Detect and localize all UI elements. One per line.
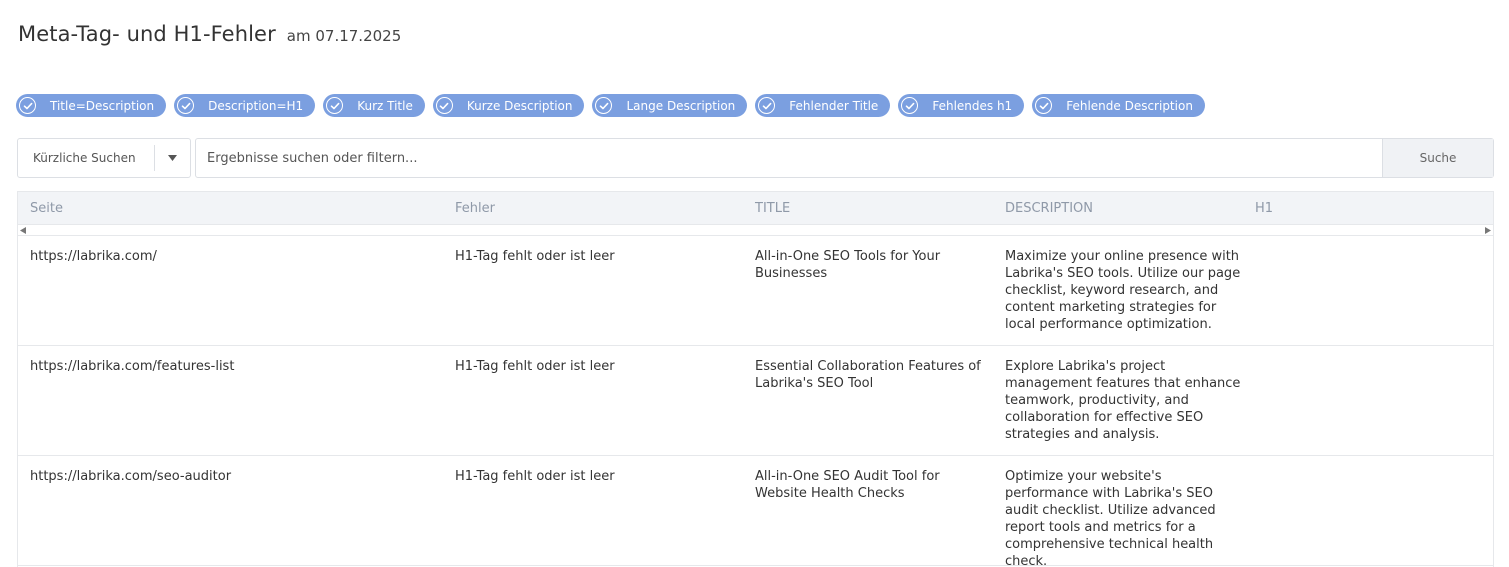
table-header: Seite Fehler TITLE DESCRIPTION H1 xyxy=(18,192,1493,225)
error-text: H1-Tag fehlt oder ist leer xyxy=(455,249,615,264)
check-circle-icon xyxy=(177,97,195,114)
filter-chip-title-equals-description[interactable]: Title=Description xyxy=(16,94,167,117)
title-text: All-in-One SEO Audit Tool for Website He… xyxy=(755,469,940,501)
description-text: Maximize your online presence with Labri… xyxy=(1005,249,1241,332)
column-header-h1[interactable]: H1 xyxy=(1255,201,1273,216)
column-header-description[interactable]: DESCRIPTION xyxy=(1005,201,1093,216)
page-url[interactable]: https://labrika.com/ xyxy=(30,248,157,265)
table-row: https://labrika.com/ H1-Tag fehlt oder i… xyxy=(18,236,1493,346)
recent-searches-label: Kürzliche Suchen xyxy=(33,151,136,165)
error-text: H1-Tag fehlt oder ist leer xyxy=(455,359,615,374)
check-circle-icon xyxy=(758,97,776,114)
recent-searches-dropdown[interactable]: Kürzliche Suchen xyxy=(17,138,191,178)
horizontal-scrollbar[interactable] xyxy=(18,225,1493,236)
report-date: am 07.17.2025 xyxy=(286,27,402,45)
check-circle-icon xyxy=(326,97,344,114)
caret-down-icon[interactable] xyxy=(155,155,190,161)
search-button[interactable]: Suche xyxy=(1382,139,1493,177)
column-header-title[interactable]: TITLE xyxy=(755,201,790,216)
check-circle-icon xyxy=(435,97,453,114)
description-text: Explore Labrika's project management fea… xyxy=(1005,359,1241,442)
column-header-page[interactable]: Seite xyxy=(30,201,63,216)
filter-chip-short-description[interactable]: Kurze Description xyxy=(432,94,585,117)
filter-chip-label: Lange Description xyxy=(626,98,736,113)
filter-chip-short-title[interactable]: Kurz Title xyxy=(323,94,425,117)
filter-chip-long-description[interactable]: Lange Description xyxy=(592,94,748,117)
scroll-left-arrow-icon[interactable] xyxy=(20,227,26,234)
filter-chip-label: Kurz Title xyxy=(357,98,413,113)
search-input[interactable] xyxy=(196,139,1382,177)
title-text: All-in-One SEO Tools for Your Businesses xyxy=(755,249,941,281)
scroll-right-arrow-icon[interactable] xyxy=(1485,227,1491,234)
filter-chip-description-equals-h1[interactable]: Description=H1 xyxy=(174,94,316,117)
search-bar: Suche xyxy=(195,138,1494,178)
filter-chips: Title=Description Description=H1 Kurz Ti… xyxy=(16,94,1213,117)
filter-chip-label: Title=Description xyxy=(50,98,155,113)
filter-chip-label: Kurze Description xyxy=(466,98,573,113)
check-circle-icon xyxy=(595,97,613,114)
filter-chip-missing-title[interactable]: Fehlender Title xyxy=(755,94,891,117)
page-title: Meta-Tag- und H1-Fehler xyxy=(18,22,276,46)
filter-chip-label: Fehlendes h1 xyxy=(932,98,1013,113)
filter-chip-missing-h1[interactable]: Fehlendes h1 xyxy=(898,94,1025,117)
page-url[interactable]: https://labrika.com/features-list xyxy=(30,358,234,375)
column-header-error[interactable]: Fehler xyxy=(455,201,495,216)
table-row: https://labrika.com/features-list H1-Tag… xyxy=(18,346,1493,456)
description-text: Optimize your website's performance with… xyxy=(1005,469,1216,567)
table-row: https://labrika.com/seo-auditor H1-Tag f… xyxy=(18,456,1493,567)
error-text: H1-Tag fehlt oder ist leer xyxy=(455,469,615,484)
results-table: Seite Fehler TITLE DESCRIPTION H1 https:… xyxy=(17,191,1494,567)
check-circle-icon xyxy=(1035,97,1053,114)
filter-chip-missing-description[interactable]: Fehlende Description xyxy=(1032,94,1205,117)
filter-chip-label: Fehlender Title xyxy=(789,98,879,113)
filter-chip-label: Fehlende Description xyxy=(1066,98,1193,113)
page-url[interactable]: https://labrika.com/seo-auditor xyxy=(30,468,231,485)
check-circle-icon xyxy=(901,97,919,114)
filter-chip-label: Description=H1 xyxy=(208,98,304,113)
page: Meta-Tag- und H1-Fehler am 07.17.2025 Ti… xyxy=(0,0,1509,567)
title-text: Essential Collaboration Features of Labr… xyxy=(755,359,981,391)
page-header: Meta-Tag- und H1-Fehler am 07.17.2025 xyxy=(18,22,401,46)
check-circle-icon xyxy=(19,97,36,114)
